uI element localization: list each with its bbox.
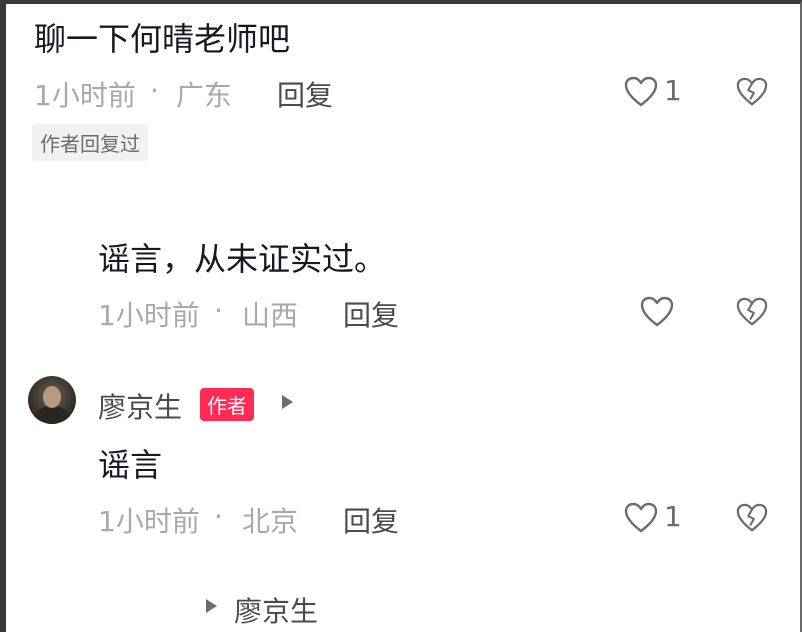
comment-time: 1小时前 — [34, 79, 136, 112]
reply-location: 山西 — [242, 299, 299, 332]
meta-separator: · — [150, 74, 159, 107]
comment-text: 聊一下何晴老师吧 — [34, 20, 291, 58]
avatar[interactable] — [28, 376, 76, 424]
author-badge: 作者 — [200, 388, 254, 421]
author-replied-tag: 作者回复过 — [32, 124, 148, 161]
more-replies-link[interactable]: 廖京生 — [234, 590, 318, 630]
broken-heart-icon[interactable] — [736, 76, 768, 108]
like-count: 1 — [664, 74, 682, 107]
play-triangle-icon[interactable] — [204, 598, 218, 614]
broken-heart-icon[interactable] — [736, 502, 768, 534]
comment-location: 广东 — [176, 79, 233, 112]
heart-icon[interactable] — [640, 296, 674, 328]
heart-icon[interactable] — [624, 502, 658, 534]
reply-time: 1小时前 — [98, 505, 200, 538]
reply-location: 北京 — [242, 505, 299, 538]
username[interactable]: 廖京生 — [98, 386, 182, 426]
reply-text: 谣言 — [98, 446, 163, 484]
meta-separator: · — [214, 500, 223, 533]
play-triangle-icon — [280, 394, 294, 410]
reply-text: 谣言，从未证实过。 — [98, 240, 387, 278]
heart-icon[interactable] — [624, 76, 658, 108]
reply-time: 1小时前 — [98, 299, 200, 332]
reply-button[interactable]: 回复 — [343, 294, 399, 334]
like-count: 1 — [664, 500, 682, 533]
broken-heart-icon[interactable] — [736, 296, 768, 328]
reply-button[interactable]: 回复 — [343, 500, 399, 540]
meta-separator: · — [214, 294, 223, 327]
reply-button[interactable]: 回复 — [277, 74, 333, 114]
